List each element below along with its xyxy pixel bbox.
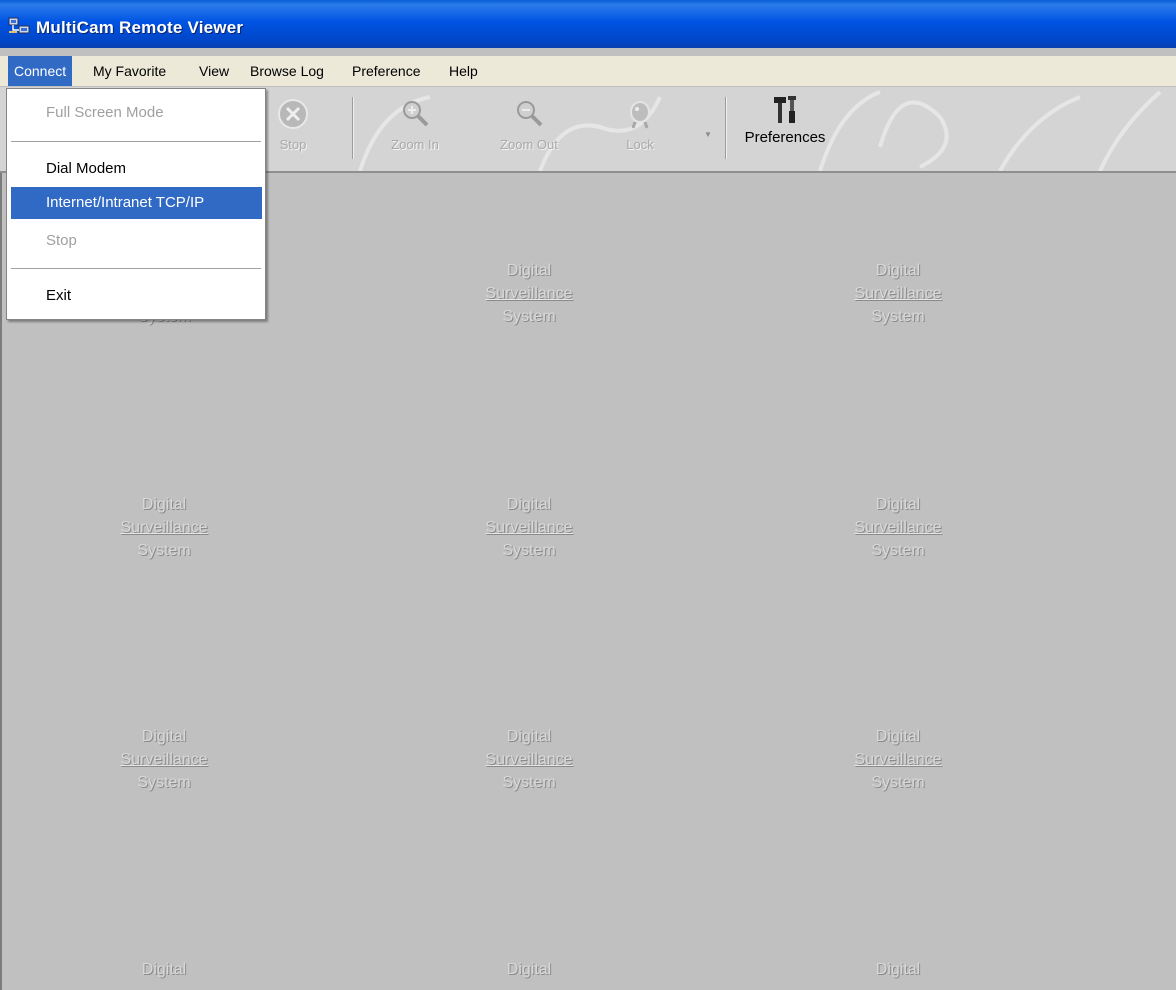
camera-placeholder[interactable]: Digital	[429, 958, 629, 981]
stop-icon	[278, 99, 308, 129]
menu-preference[interactable]: Preference	[346, 56, 426, 86]
placeholder-line-3: System	[137, 774, 191, 791]
menu-item-full-screen-mode[interactable]: Full Screen Mode	[7, 97, 265, 129]
zoom-in-button[interactable]: Zoom In	[374, 87, 456, 171]
menu-my-favorite[interactable]: My Favorite	[87, 56, 172, 86]
placeholder-line-1: Digital	[141, 496, 187, 513]
preferences-button-label: Preferences	[744, 129, 826, 146]
placeholder-line-1: Digital	[141, 961, 187, 978]
camera-placeholder[interactable]: Digital Surveillance System	[64, 725, 264, 794]
camera-placeholder[interactable]: Digital Surveillance System	[798, 725, 998, 794]
menu-view[interactable]: View	[193, 56, 235, 86]
stop-button-label: Stop	[279, 137, 307, 152]
placeholder-line-3: System	[502, 308, 556, 325]
zoom-out-button[interactable]: Zoom Out	[484, 87, 574, 171]
menu-item-internet-tcpip[interactable]: Internet/Intranet TCP/IP	[11, 187, 262, 219]
placeholder-line-2: Surveillance	[485, 285, 573, 302]
menu-separator	[11, 141, 261, 143]
zoom-in-icon	[403, 101, 429, 127]
menu-help[interactable]: Help	[443, 56, 484, 86]
window-title: MultiCam Remote Viewer	[36, 18, 244, 37]
placeholder-line-1: Digital	[506, 496, 552, 513]
placeholder-line-2: Surveillance	[854, 751, 942, 768]
menu-bar: Connect My Favorite View Browse Log Pref…	[0, 56, 1176, 86]
placeholder-line-2: Surveillance	[485, 519, 573, 536]
placeholder-line-1: Digital	[506, 961, 552, 978]
preferences-button[interactable]: Preferences	[732, 87, 838, 171]
placeholder-line-3: System	[502, 542, 556, 559]
lock-button[interactable]: Lock	[610, 87, 670, 171]
toolbar-separator	[725, 97, 727, 159]
lock-icon	[630, 101, 650, 129]
placeholder-line-2: Surveillance	[854, 519, 942, 536]
placeholder-line-1: Digital	[875, 262, 921, 279]
placeholder-line-1: Digital	[875, 496, 921, 513]
zoom-out-button-label: Zoom Out	[500, 137, 558, 152]
zoom-in-button-label: Zoom In	[391, 137, 439, 152]
lock-dropdown-arrow-icon[interactable]: ▼	[704, 130, 712, 139]
placeholder-line-3: System	[871, 774, 925, 791]
camera-placeholder[interactable]: Digital	[64, 958, 264, 981]
camera-placeholder[interactable]: Digital	[798, 958, 998, 981]
placeholder-line-3: System	[871, 308, 925, 325]
placeholder-line-2: Surveillance	[120, 519, 208, 536]
title-bar[interactable]: MultiCam Remote Viewer	[0, 0, 1176, 48]
camera-placeholder[interactable]: Digital Surveillance System	[429, 259, 629, 328]
camera-placeholder[interactable]: Digital Surveillance System	[64, 493, 264, 562]
placeholder-line-3: System	[871, 542, 925, 559]
stop-button[interactable]: Stop	[258, 87, 328, 171]
placeholder-line-2: Surveillance	[120, 751, 208, 768]
camera-placeholder[interactable]: Digital Surveillance System	[429, 493, 629, 562]
menu-connect[interactable]: Connect	[8, 56, 73, 86]
network-computers-icon	[8, 17, 30, 34]
camera-placeholder[interactable]: Digital Surveillance System	[798, 493, 998, 562]
menu-browse-log[interactable]: Browse Log	[244, 56, 330, 86]
toolbar-separator	[352, 97, 354, 159]
placeholder-line-1: Digital	[506, 728, 552, 745]
connect-dropdown-menu: Full Screen Mode Dial Modem Internet/Int…	[6, 88, 266, 320]
placeholder-line-1: Digital	[875, 961, 921, 978]
menu-item-dial-modem[interactable]: Dial Modem	[7, 153, 265, 185]
zoom-out-icon	[517, 101, 543, 127]
placeholder-line-1: Digital	[506, 262, 552, 279]
placeholder-line-3: System	[502, 774, 556, 791]
camera-placeholder[interactable]: Digital Surveillance System	[798, 259, 998, 328]
placeholder-line-2: Surveillance	[854, 285, 942, 302]
placeholder-line-1: Digital	[875, 728, 921, 745]
menu-separator	[11, 268, 261, 270]
camera-placeholder[interactable]: Digital Surveillance System	[429, 725, 629, 794]
placeholder-line-3: System	[137, 542, 191, 559]
tools-icon	[774, 96, 796, 123]
menu-item-stop[interactable]: Stop	[7, 225, 265, 257]
menu-item-exit[interactable]: Exit	[7, 280, 265, 312]
placeholder-line-2: Surveillance	[485, 751, 573, 768]
lock-button-label: Lock	[626, 137, 654, 152]
placeholder-line-1: Digital	[141, 728, 187, 745]
